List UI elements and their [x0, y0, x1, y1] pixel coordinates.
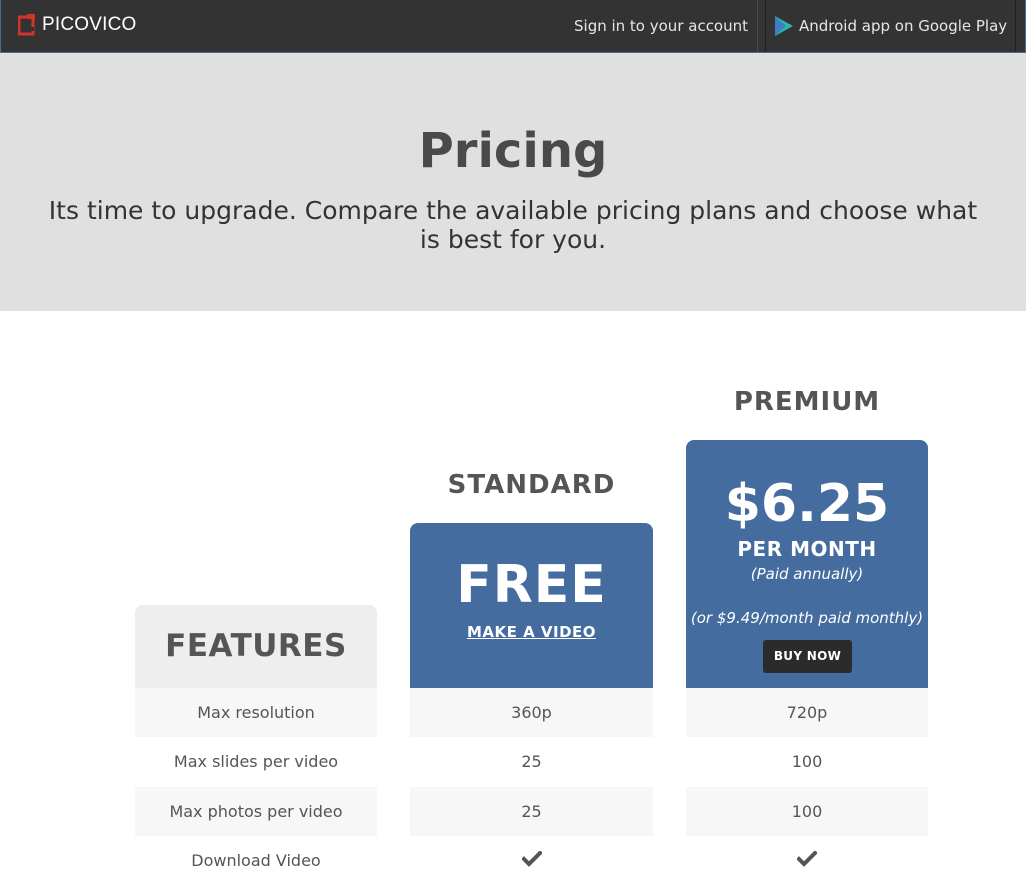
premium-billing-note: (Paid annually)	[750, 565, 864, 583]
premium-plan-heading: PREMIUM	[733, 387, 881, 417]
android-app-label: Android app on Google Play	[799, 17, 1008, 35]
premium-value	[686, 836, 928, 870]
page-title: Pricing	[418, 123, 608, 179]
premium-price: $6.25	[724, 474, 890, 534]
picovico-logo-icon	[18, 14, 36, 36]
premium-period: PER MONTH	[737, 537, 877, 561]
check-icon	[520, 837, 543, 870]
buy-now-button[interactable]: BUY NOW	[763, 640, 852, 673]
premium-value: 100	[686, 737, 928, 786]
brand-home-link[interactable]: PICOVICO	[18, 12, 137, 38]
make-a-video-link[interactable]: MAKE A VIDEO	[410, 623, 653, 641]
page-subtitle: Its time to upgrade. Compare the availab…	[48, 196, 978, 254]
feature-label: Max slides per video	[135, 737, 377, 786]
android-app-link[interactable]: Android app on Google Play	[757, 0, 1016, 52]
standard-value	[410, 836, 653, 870]
standard-value: 25	[410, 737, 653, 786]
check-icon	[796, 837, 818, 870]
standard-price: FREE	[456, 555, 607, 615]
standard-plan-card: FREE MAKE A VIDEO	[410, 523, 653, 688]
signin-link[interactable]: Sign in to your account	[574, 0, 767, 52]
brand-name: PICOVICO	[42, 14, 137, 35]
hero-banner: Pricing Its time to upgrade. Compare the…	[0, 53, 1026, 311]
feature-label: Max resolution	[135, 688, 377, 737]
feature-label: Max photos per video	[135, 787, 377, 836]
premium-value: 100	[686, 787, 928, 836]
top-navbar: PICOVICO Sign in to your account Android…	[0, 0, 1026, 53]
google-play-icon	[773, 15, 795, 37]
standard-plan-heading: STANDARD	[447, 470, 616, 500]
features-heading: FEATURES	[135, 605, 377, 688]
premium-value: 720p	[686, 688, 928, 737]
standard-value: 25	[410, 787, 653, 836]
feature-label: Download Video	[135, 836, 377, 870]
standard-value: 360p	[410, 688, 653, 737]
premium-monthly-note: (or $9.49/month paid monthly)	[690, 609, 924, 627]
premium-plan-card: $6.25 PER MONTH (Paid annually) (or $9.4…	[686, 440, 928, 688]
